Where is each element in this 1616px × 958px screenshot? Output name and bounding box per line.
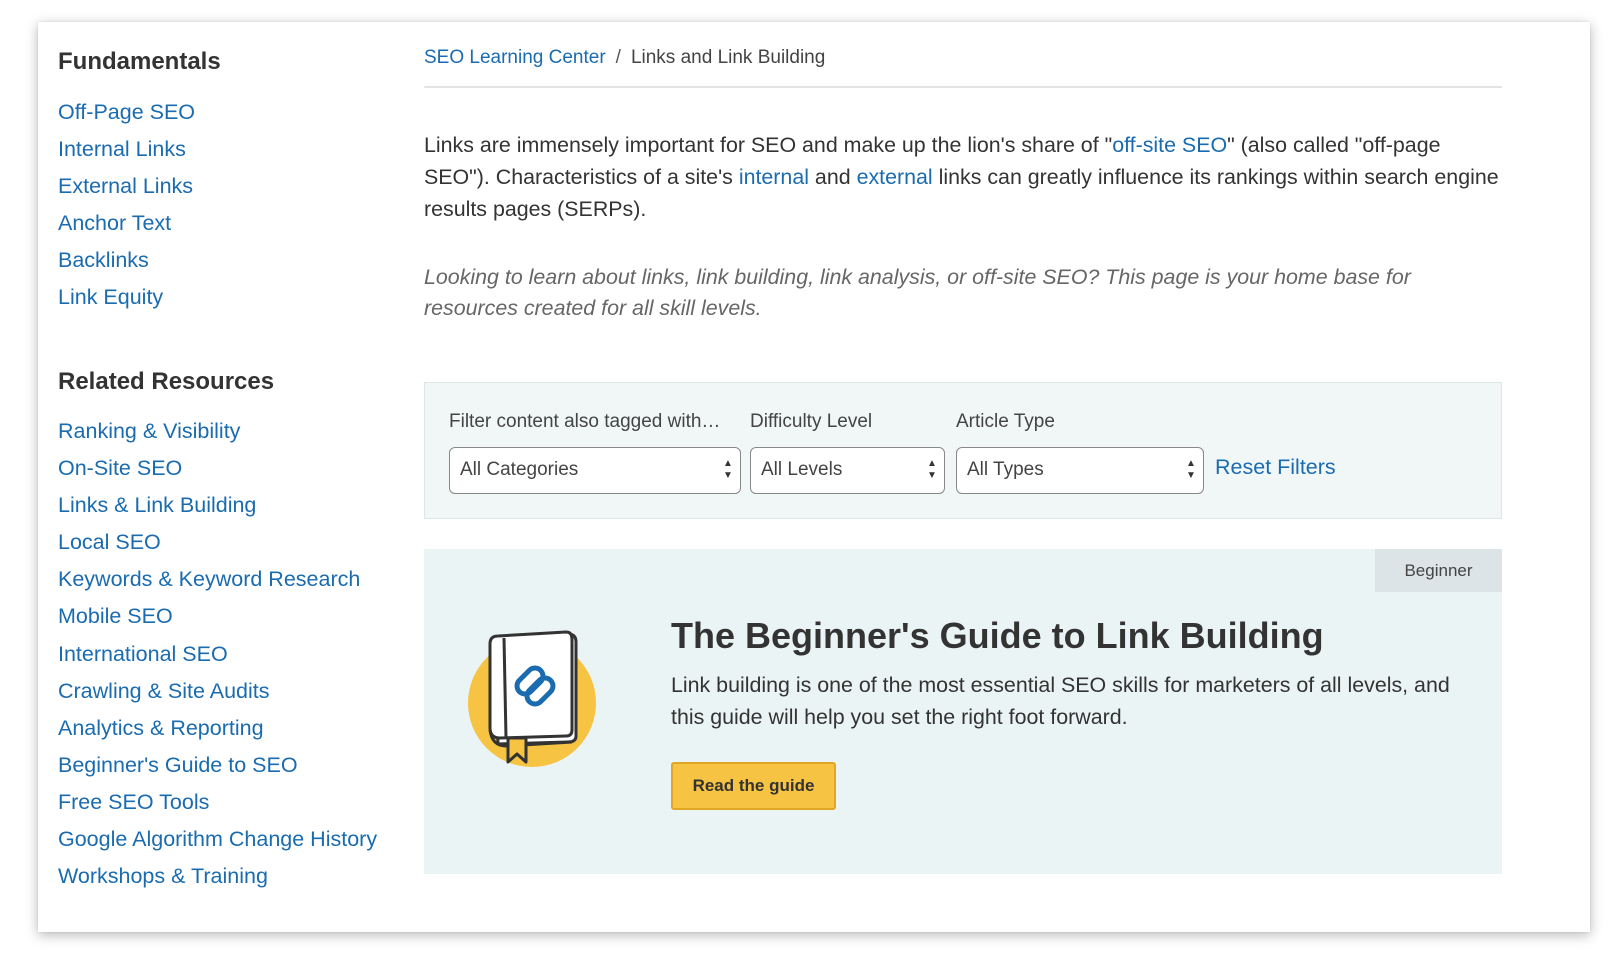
external-link[interactable]: external	[857, 165, 933, 189]
sidebar-link-off-page-seo[interactable]: Off-Page SEO	[58, 94, 195, 131]
sidebar-link-free-seo-tools[interactable]: Free SEO Tools	[58, 784, 377, 821]
difficulty-badge: Beginner	[1375, 549, 1502, 592]
fundamentals-heading: Fundamentals	[58, 48, 221, 75]
sidebar-link-international-seo[interactable]: International SEO	[58, 636, 377, 673]
type-select[interactable]: All Types ▲ ▼	[956, 447, 1204, 494]
type-select-value: All Types	[967, 459, 1044, 480]
book-link-icon	[468, 626, 600, 768]
fundamentals-list: Off-Page SEO Internal Links External Lin…	[58, 94, 195, 316]
sidebar-link-workshops-training[interactable]: Workshops & Training	[58, 858, 377, 895]
sidebar-link-anchor-text[interactable]: Anchor Text	[58, 205, 195, 242]
breadcrumb-divider	[424, 86, 1502, 88]
sidebar-link-link-equity[interactable]: Link Equity	[58, 279, 195, 316]
guide-card: Beginner The Beginner's Guide to Link Bu…	[424, 549, 1502, 874]
reset-filters-link[interactable]: Reset Filters	[1215, 455, 1336, 480]
category-filter-label: Filter content also tagged with…	[449, 411, 721, 432]
page-card: Fundamentals Off-Page SEO Internal Links…	[38, 22, 1590, 932]
sidebar-link-analytics-reporting[interactable]: Analytics & Reporting	[58, 710, 377, 747]
related-resources-heading: Related Resources	[58, 368, 275, 395]
breadcrumb: SEO Learning Center / Links and Link Build…	[424, 47, 825, 69]
breadcrumb-separator: /	[615, 47, 621, 68]
sidebar-link-links-link-building[interactable]: Links & Link Building	[58, 487, 377, 524]
guide-title[interactable]: The Beginner's Guide to Link Building	[671, 615, 1324, 657]
intro-text-1: Links are immensely important for SEO an…	[424, 133, 1113, 157]
related-resources-list: Ranking & Visibility On-Site SEO Links &…	[58, 413, 377, 895]
breadcrumb-current: Links and Link Building	[630, 47, 826, 68]
sidebar-link-algorithm-history[interactable]: Google Algorithm Change History	[58, 821, 377, 858]
sidebar-link-external-links[interactable]: External Links	[58, 168, 195, 205]
sidebar-link-crawling-site-audits[interactable]: Crawling & Site Audits	[58, 673, 377, 710]
difficulty-select[interactable]: All Levels ▲ ▼	[750, 447, 945, 494]
sidebar-link-local-seo[interactable]: Local SEO	[58, 524, 377, 561]
category-select[interactable]: All Categories ▲ ▼	[449, 447, 741, 494]
sidebar-link-backlinks[interactable]: Backlinks	[58, 242, 195, 279]
tagline: Looking to learn about links, link build…	[424, 265, 1411, 320]
sidebar-link-on-site-seo[interactable]: On-Site SEO	[58, 450, 377, 487]
sidebar-link-keywords-research[interactable]: Keywords & Keyword Research	[58, 561, 377, 598]
select-arrows-icon: ▲ ▼	[1186, 458, 1196, 481]
guide-description: Link building is one of the most essenti…	[671, 673, 1450, 729]
filter-panel: Filter content also tagged with… Difficu…	[424, 382, 1502, 519]
difficulty-filter-label: Difficulty Level	[750, 411, 873, 432]
breadcrumb-root-link[interactable]: SEO Learning Center	[424, 47, 606, 68]
category-select-value: All Categories	[460, 459, 579, 480]
internal-link[interactable]: internal	[739, 165, 809, 189]
sidebar-link-internal-links[interactable]: Internal Links	[58, 131, 195, 168]
sidebar-link-ranking-visibility[interactable]: Ranking & Visibility	[58, 413, 377, 450]
sidebar-link-beginners-guide[interactable]: Beginner's Guide to SEO	[58, 747, 377, 784]
select-arrows-icon: ▲ ▼	[927, 458, 937, 481]
off-site-seo-link[interactable]: off-site SEO	[1112, 133, 1227, 157]
intro-paragraph: Links are immensely important for SEO an…	[424, 129, 1508, 225]
read-guide-button[interactable]: Read the guide	[671, 762, 836, 810]
intro-text-3: and	[808, 165, 857, 189]
difficulty-select-value: All Levels	[761, 459, 843, 480]
type-filter-label: Article Type	[956, 411, 1055, 432]
select-arrows-icon: ▲ ▼	[723, 458, 733, 481]
sidebar-link-mobile-seo[interactable]: Mobile SEO	[58, 598, 377, 635]
